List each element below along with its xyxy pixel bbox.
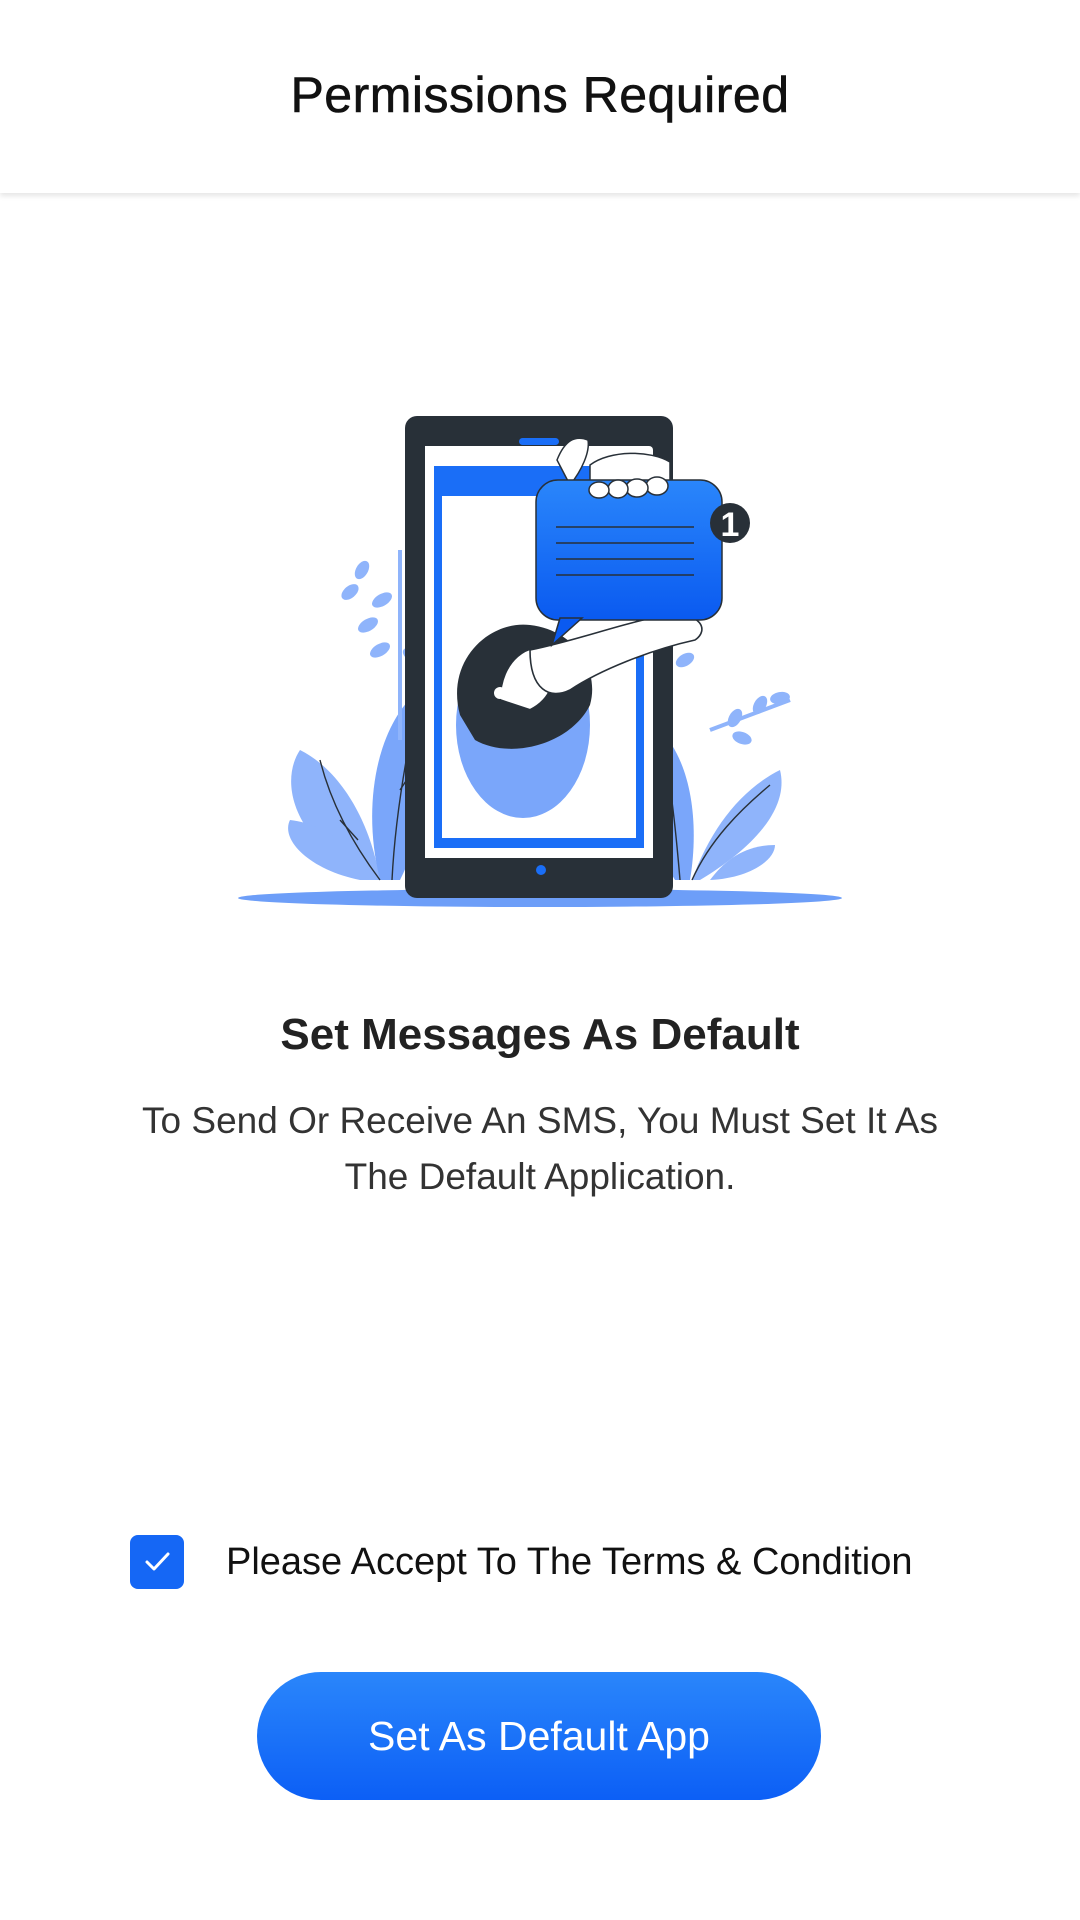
set-default-app-button[interactable]: Set As Default App: [257, 1672, 821, 1800]
main-description: To Send Or Receive An SMS, You Must Set …: [142, 1100, 938, 1197]
chat-bubble-graphic: 1: [535, 437, 750, 648]
main-title: Set Messages As Default: [280, 1010, 800, 1059]
terms-checkbox[interactable]: [130, 1535, 184, 1589]
app-header: Permissions Required: [0, 0, 1080, 193]
default-sms-illustration: 1: [238, 416, 842, 907]
notification-badge-count: 1: [721, 506, 740, 544]
terms-row[interactable]: Please Accept To The Terms & Condition: [130, 1534, 913, 1590]
terms-label[interactable]: Please Accept To The Terms & Condition: [226, 1541, 913, 1584]
check-icon: [145, 1552, 170, 1571]
page-title: Permissions Required: [290, 66, 790, 123]
